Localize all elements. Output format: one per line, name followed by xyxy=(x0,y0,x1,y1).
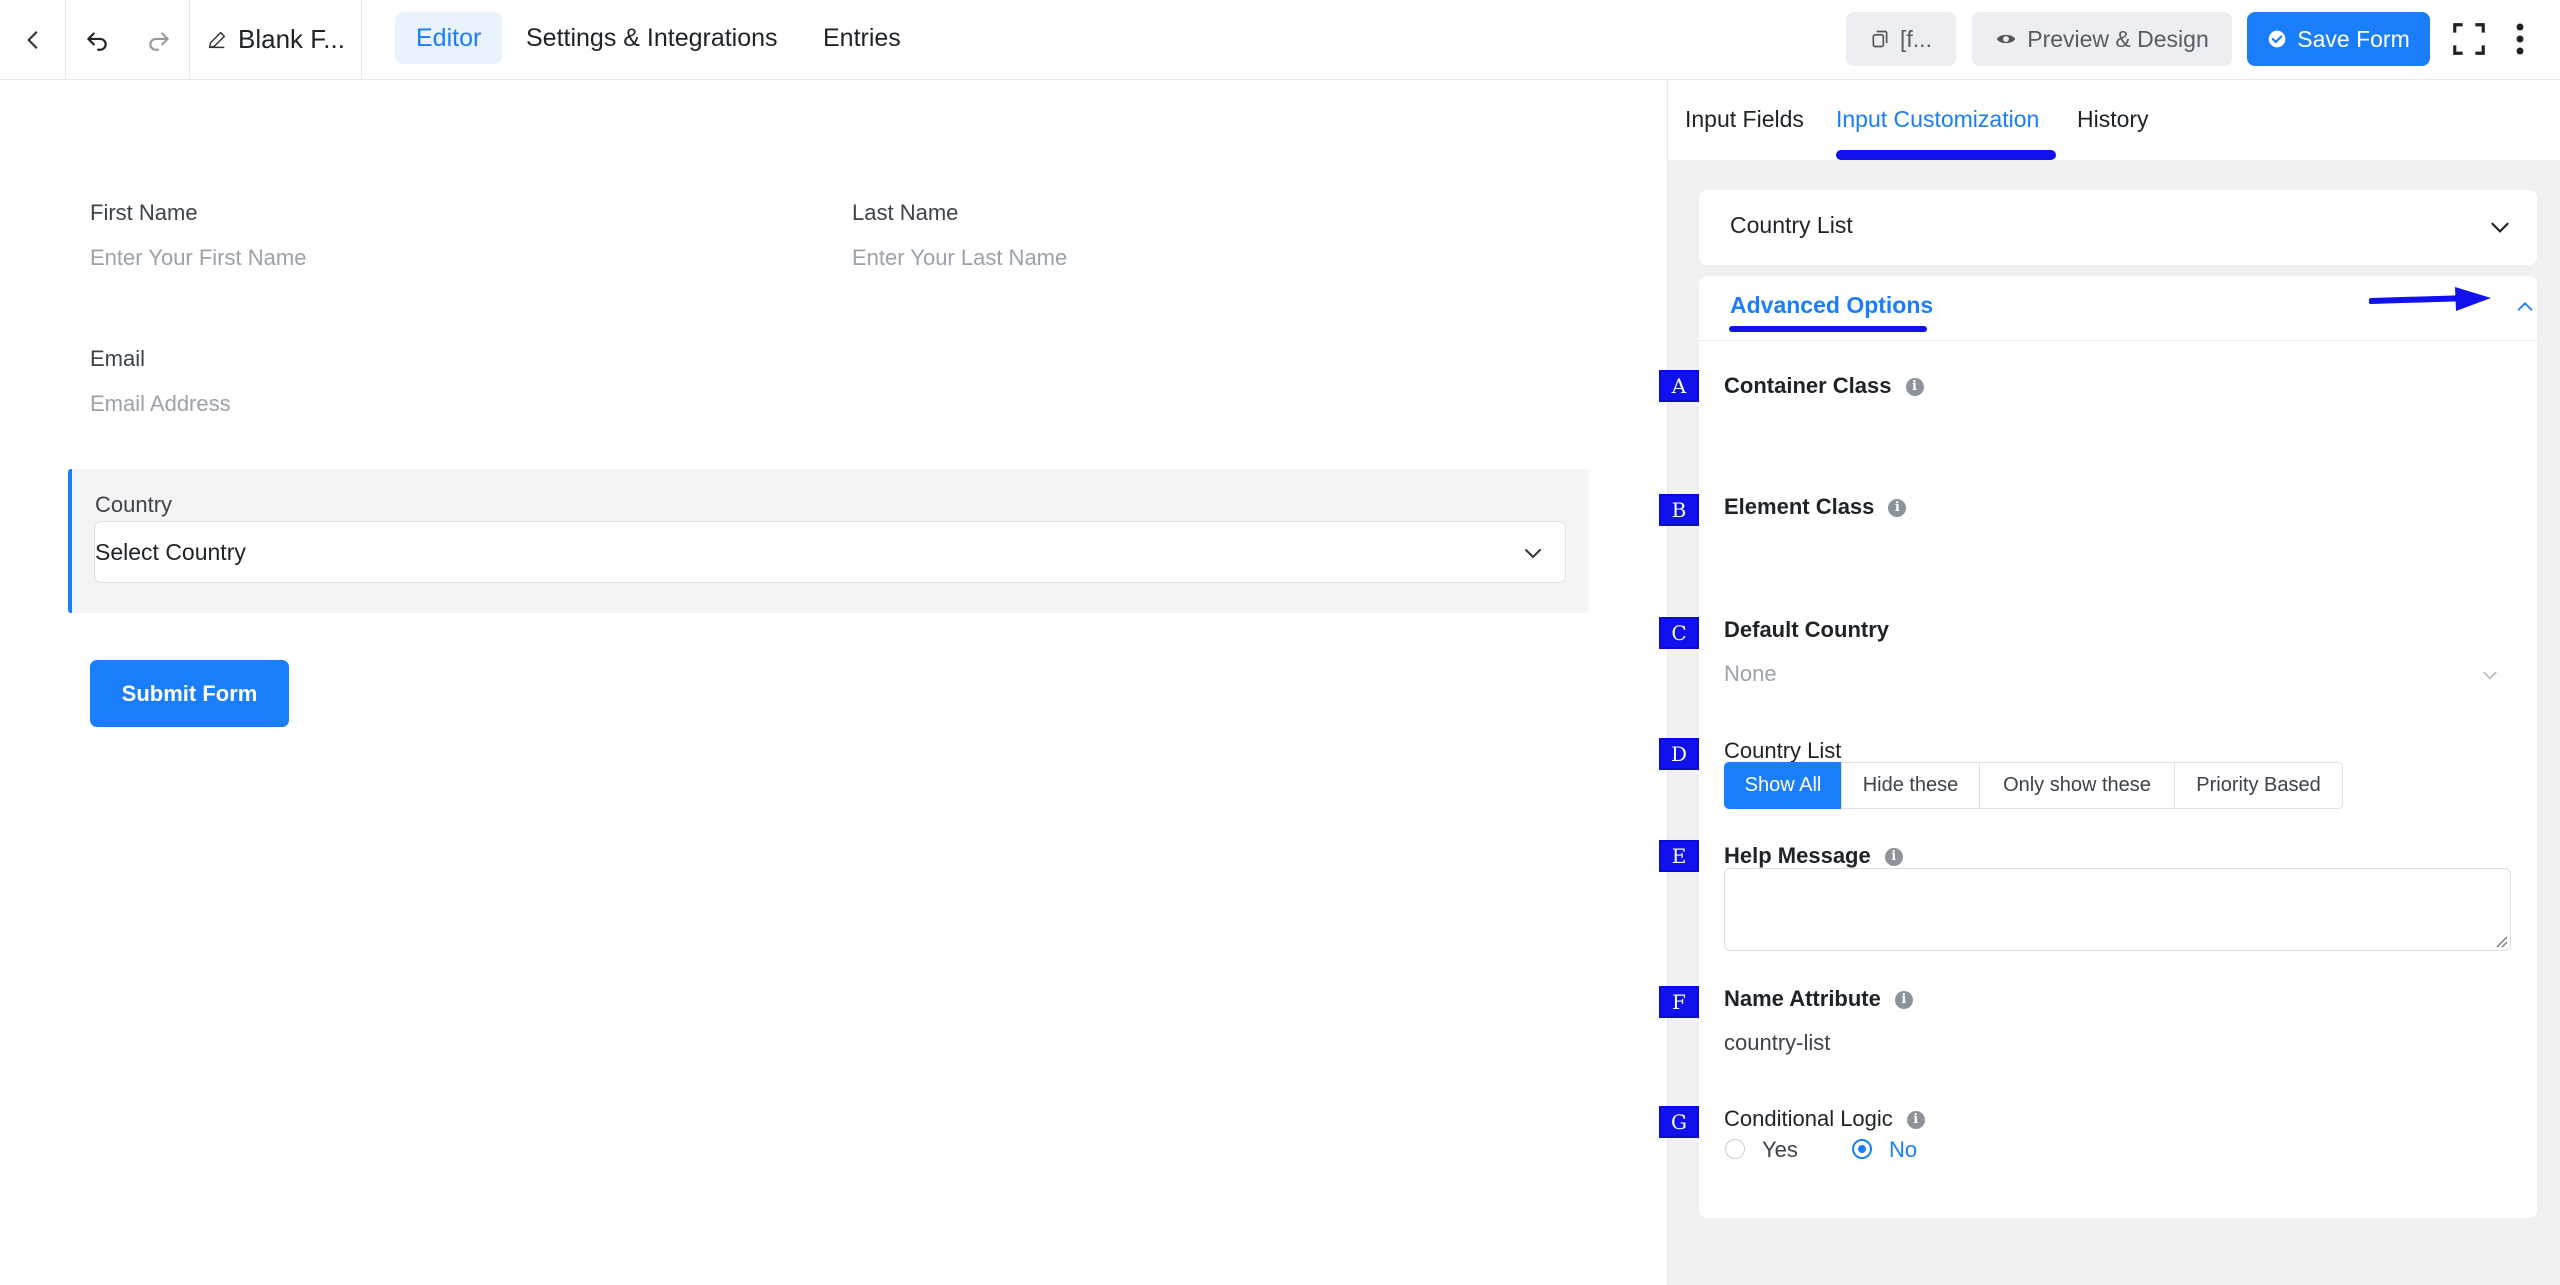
field-card-title: Country List xyxy=(1730,212,1853,238)
field-card-country-list[interactable]: Country List xyxy=(1699,190,2537,265)
container-class-label: Container Class i xyxy=(1724,373,1924,399)
annotation-badge-c: C xyxy=(1659,617,1699,649)
last-name-label: Last Name xyxy=(852,200,959,225)
conditional-logic-text: Conditional Logic xyxy=(1724,1106,1893,1131)
form-title[interactable]: Blank F... xyxy=(190,0,362,79)
divider xyxy=(1699,340,2537,341)
tab-settings-integrations[interactable]: Settings & Integrations xyxy=(505,12,799,64)
element-class-text: Element Class xyxy=(1724,494,1875,519)
active-tab-highlight xyxy=(1836,150,2056,160)
tab-input-fields[interactable]: Input Fields xyxy=(1685,106,1804,133)
copy-icon xyxy=(1872,30,1888,48)
tab-editor[interactable]: Editor xyxy=(395,12,503,64)
fullscreen-button[interactable] xyxy=(2444,14,2494,64)
default-country-select[interactable]: None xyxy=(1724,661,2500,691)
annotation-badge-g: G xyxy=(1659,1106,1699,1138)
chevron-up-icon[interactable] xyxy=(2514,296,2536,318)
shortcode-label: [f... xyxy=(1900,25,1932,52)
tab-history[interactable]: History xyxy=(2077,106,2149,133)
default-country-value: None xyxy=(1724,661,1777,686)
country-select[interactable]: Select Country xyxy=(94,521,1566,583)
conditional-logic-label: Conditional Logic i xyxy=(1724,1106,1925,1132)
country-list-label: Country List xyxy=(1724,738,1842,763)
redo-icon xyxy=(148,31,169,51)
annotation-badge-f: F xyxy=(1659,986,1699,1018)
first-name-label: First Name xyxy=(90,200,198,225)
info-icon[interactable]: i xyxy=(1888,499,1907,518)
info-icon[interactable]: i xyxy=(1905,378,1924,397)
email-input[interactable]: Email Address xyxy=(90,391,231,417)
preview-design-label: Preview & Design xyxy=(2027,25,2209,52)
redo-button[interactable] xyxy=(128,0,190,79)
back-button[interactable] xyxy=(0,0,66,79)
container-class-text: Container Class xyxy=(1724,373,1892,398)
chevron-left-icon xyxy=(26,30,37,49)
country-select-value: Select Country xyxy=(95,538,246,565)
annotation-badge-a: A xyxy=(1659,370,1699,402)
element-class-label: Element Class i xyxy=(1724,494,1907,520)
default-country-label: Default Country xyxy=(1724,617,1889,642)
annotation-arrow-icon xyxy=(2369,287,2491,311)
eye-icon xyxy=(1997,34,2016,44)
pencil-icon xyxy=(208,31,226,48)
resize-handle-icon[interactable] xyxy=(2494,934,2508,948)
form-title-text: Blank F... xyxy=(238,24,345,54)
shortcode-button[interactable]: [f... xyxy=(1846,12,1956,66)
annotation-badge-d: D xyxy=(1659,738,1699,770)
advanced-options-toggle[interactable]: Advanced Options xyxy=(1730,292,1933,319)
more-options-button[interactable] xyxy=(2500,14,2540,64)
info-icon[interactable]: i xyxy=(1884,848,1903,867)
info-icon[interactable]: i xyxy=(1894,991,1913,1010)
annotation-badge-e: E xyxy=(1659,840,1699,872)
kebab-menu-icon xyxy=(2516,23,2524,55)
save-form-button[interactable]: Save Form xyxy=(2247,12,2430,66)
name-attribute-label: Name Attribute i xyxy=(1724,986,1913,1012)
submit-form-button[interactable]: Submit Form xyxy=(90,660,289,727)
help-message-label: Help Message i xyxy=(1724,843,1903,869)
advanced-options-highlight xyxy=(1729,326,1927,332)
segment-only-show-these[interactable]: Only show these xyxy=(1979,762,2175,809)
annotation-badge-b: B xyxy=(1659,494,1699,526)
radio-no[interactable] xyxy=(1852,1139,1872,1159)
panel-tabs: Input Fields Input Customization History xyxy=(1668,80,2560,160)
first-name-input[interactable]: Enter Your First Name xyxy=(90,245,306,271)
last-name-input[interactable]: Enter Your Last Name xyxy=(852,245,1067,271)
chevron-down-icon xyxy=(2483,671,2497,680)
save-form-label: Save Form xyxy=(2297,25,2410,52)
preview-design-button[interactable]: Preview & Design xyxy=(1972,12,2232,66)
segment-hide-these[interactable]: Hide these xyxy=(1841,762,1980,809)
radio-yes-label[interactable]: Yes xyxy=(1762,1137,1798,1163)
tab-entries[interactable]: Entries xyxy=(802,12,922,64)
chevron-down-icon xyxy=(2491,222,2509,233)
country-label: Country xyxy=(95,492,173,517)
undo-icon xyxy=(87,31,107,51)
check-circle-icon xyxy=(2268,30,2286,48)
name-attribute-text: Name Attribute xyxy=(1724,986,1881,1011)
radio-no-label[interactable]: No xyxy=(1889,1137,1917,1163)
segment-show-all[interactable]: Show All xyxy=(1724,762,1842,809)
top-toolbar: Blank F... Editor Settings & Integration… xyxy=(0,0,2560,80)
help-message-textarea[interactable] xyxy=(1724,868,2511,951)
tab-input-customization[interactable]: Input Customization xyxy=(1836,106,2039,133)
email-label: Email xyxy=(90,346,146,371)
undo-button[interactable] xyxy=(66,0,128,79)
name-attribute-input[interactable]: country-list xyxy=(1724,1030,1830,1056)
radio-yes[interactable] xyxy=(1725,1139,1745,1159)
segment-priority-based[interactable]: Priority Based xyxy=(2174,762,2343,809)
chevron-down-icon xyxy=(1525,549,1541,559)
fullscreen-icon xyxy=(2453,23,2485,55)
info-icon[interactable]: i xyxy=(1906,1111,1925,1130)
help-message-text: Help Message xyxy=(1724,843,1871,868)
